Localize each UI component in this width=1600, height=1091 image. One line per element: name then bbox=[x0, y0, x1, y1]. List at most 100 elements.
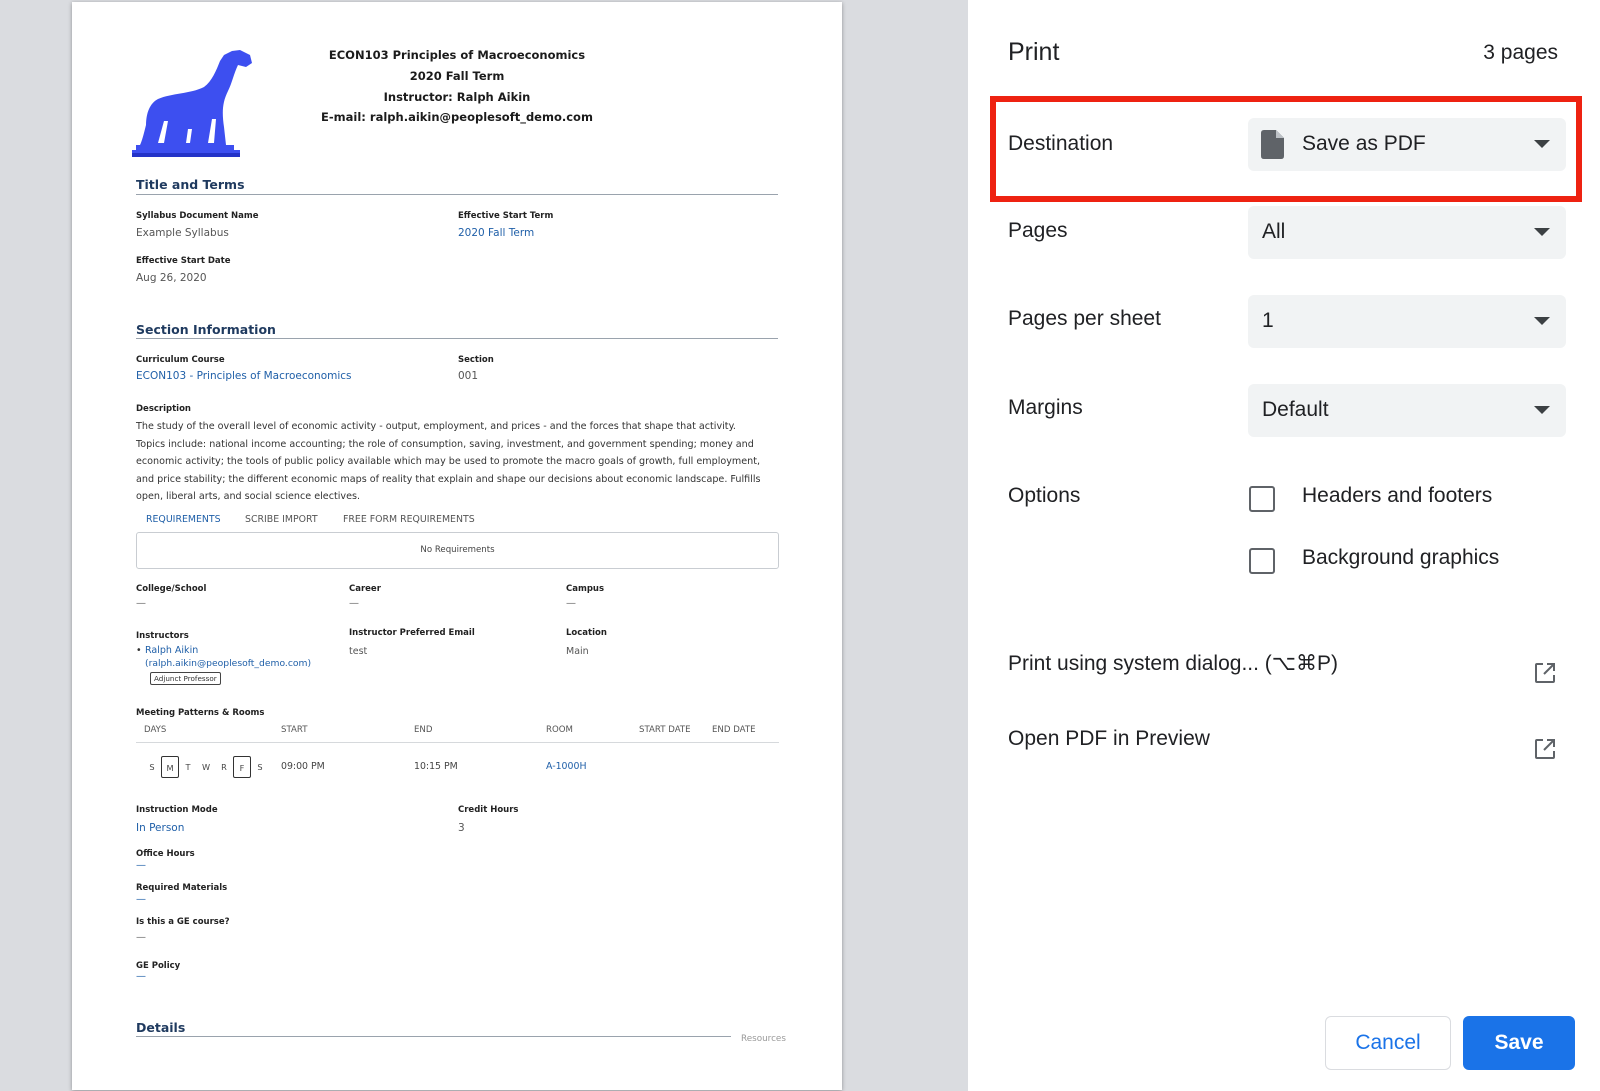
field-value: — bbox=[136, 894, 146, 905]
field-value: — bbox=[136, 860, 146, 871]
field-value: ECON103 - Principles of Macroeconomics bbox=[136, 370, 352, 382]
margins-select[interactable]: Default bbox=[1248, 384, 1566, 437]
field-value: Main bbox=[566, 646, 589, 657]
pages-select[interactable]: All bbox=[1248, 206, 1566, 259]
section-divider bbox=[136, 1036, 731, 1037]
field-label: Instructor Preferred Email bbox=[349, 628, 475, 638]
chevron-down-icon bbox=[1534, 317, 1550, 325]
instructor-header-line: Instructor: Ralph Aikin bbox=[383, 90, 531, 104]
field-label: Career bbox=[349, 584, 381, 594]
field-value: — bbox=[566, 598, 576, 609]
destination-value: Save as PDF bbox=[1302, 132, 1426, 155]
column-header: ROOM bbox=[546, 725, 573, 735]
day-cell: S bbox=[257, 762, 263, 772]
page-count: 3 pages bbox=[1483, 41, 1558, 64]
course-header-line: ECON103 Principles of Macroeconomics bbox=[328, 48, 586, 62]
chevron-down-icon bbox=[1534, 140, 1550, 148]
field-label: Office Hours bbox=[136, 849, 195, 859]
headers-footers-label[interactable]: Headers and footers bbox=[1302, 484, 1492, 508]
field-label: Syllabus Document Name bbox=[136, 211, 259, 221]
field-value: test bbox=[349, 646, 368, 657]
day-cell-selected: M bbox=[161, 756, 179, 778]
section-title-terms: Title and Terms bbox=[136, 177, 245, 192]
instructor-name: Ralph Aikin bbox=[145, 645, 199, 656]
field-label: Effective Start Date bbox=[136, 256, 231, 266]
column-header: END bbox=[414, 725, 433, 735]
margins-value: Default bbox=[1262, 398, 1329, 421]
print-preview-area: ECON103 Principles of Macroeconomics 202… bbox=[0, 0, 968, 1091]
field-value: — bbox=[136, 932, 146, 943]
destination-select[interactable]: Save as PDF bbox=[1248, 118, 1566, 171]
dog-logo-icon bbox=[132, 50, 252, 157]
field-label: Curriculum Course bbox=[136, 355, 225, 365]
section-title-details: Details bbox=[136, 1020, 186, 1035]
list-bullet: • bbox=[136, 645, 142, 656]
field-label: Section bbox=[458, 355, 494, 365]
pages-label: Pages bbox=[1008, 219, 1068, 242]
field-value: — bbox=[136, 971, 146, 982]
file-icon bbox=[1261, 130, 1284, 159]
field-value: 3 bbox=[458, 822, 465, 834]
field-label: GE Policy bbox=[136, 961, 181, 971]
open-external-icon[interactable] bbox=[1534, 738, 1556, 760]
field-label: Effective Start Term bbox=[458, 211, 554, 221]
table-divider bbox=[136, 742, 779, 743]
empty-requirements-text: No Requirements bbox=[420, 545, 495, 555]
column-header: START DATE bbox=[639, 725, 691, 735]
open-pdf-preview-link[interactable]: Open PDF in Preview bbox=[1008, 727, 1210, 751]
day-cell-selected: F bbox=[233, 756, 251, 778]
pages-per-sheet-value: 1 bbox=[1262, 309, 1274, 332]
day-cell: R bbox=[221, 762, 227, 772]
day-cell: S bbox=[149, 762, 155, 772]
section-title-info: Section Information bbox=[136, 322, 276, 337]
field-value: — bbox=[136, 598, 146, 609]
column-header: END DATE bbox=[712, 725, 756, 735]
field-label: Description bbox=[136, 404, 191, 414]
field-label: Location bbox=[566, 628, 607, 638]
background-graphics-checkbox[interactable] bbox=[1249, 548, 1275, 574]
field-value: In Person bbox=[136, 822, 185, 834]
print-settings-panel: Print 3 pages Destination Save as PDF Pa… bbox=[968, 0, 1600, 1091]
chevron-down-icon bbox=[1534, 406, 1550, 414]
term-header-line: 2020 Fall Term bbox=[409, 69, 505, 83]
instructor-email: (ralph.aikin@peoplesoft_demo.com) bbox=[145, 658, 312, 669]
field-value: 2020 Fall Term bbox=[458, 227, 535, 239]
field-label: Meeting Patterns & Rooms bbox=[136, 708, 265, 718]
open-external-icon[interactable] bbox=[1534, 662, 1556, 684]
field-label: Required Materials bbox=[136, 883, 228, 893]
meeting-end: 10:15 PM bbox=[414, 761, 458, 772]
section-divider bbox=[136, 194, 778, 195]
panel-title: Print bbox=[1008, 38, 1060, 66]
column-header: START bbox=[281, 725, 308, 735]
tab-requirements: REQUIREMENTS bbox=[146, 514, 221, 525]
day-cell: T bbox=[185, 762, 191, 772]
field-label: Instructors bbox=[136, 631, 189, 641]
cancel-button[interactable]: Cancel bbox=[1325, 1016, 1451, 1070]
pages-value: All bbox=[1262, 220, 1286, 243]
tab-free-form: FREE FORM REQUIREMENTS bbox=[343, 514, 475, 525]
section-divider bbox=[136, 338, 778, 339]
field-label: College/School bbox=[136, 584, 207, 594]
headers-footers-checkbox[interactable] bbox=[1249, 486, 1275, 512]
field-label: Instruction Mode bbox=[136, 805, 218, 815]
meeting-room: A-1000H bbox=[546, 761, 587, 772]
save-button[interactable]: Save bbox=[1463, 1016, 1575, 1070]
field-value: Example Syllabus bbox=[136, 227, 229, 239]
email-header-line: E-mail: ralph.aikin@peoplesoft_demo.com bbox=[321, 110, 593, 124]
field-label: Credit Hours bbox=[458, 805, 519, 815]
destination-label: Destination bbox=[1008, 132, 1114, 155]
background-graphics-label[interactable]: Background graphics bbox=[1302, 546, 1499, 570]
course-description: The study of the overall level of econom… bbox=[136, 421, 761, 503]
field-value: — bbox=[349, 598, 359, 609]
options-label: Options bbox=[1008, 484, 1081, 507]
instructor-badge: Adjunct Professor bbox=[150, 672, 221, 685]
column-header: DAYS bbox=[144, 725, 167, 735]
pages-per-sheet-label: Pages per sheet bbox=[1008, 307, 1161, 330]
preview-page: ECON103 Principles of Macroeconomics 202… bbox=[72, 2, 842, 1090]
system-dialog-link[interactable]: Print using system dialog... (⌥⌘P) bbox=[1008, 651, 1338, 676]
chevron-down-icon bbox=[1534, 228, 1550, 236]
pages-per-sheet-select[interactable]: 1 bbox=[1248, 295, 1566, 348]
field-label: Is this a GE course? bbox=[136, 917, 230, 927]
day-cell: W bbox=[201, 762, 211, 772]
resources-label: Resources bbox=[741, 1034, 786, 1044]
